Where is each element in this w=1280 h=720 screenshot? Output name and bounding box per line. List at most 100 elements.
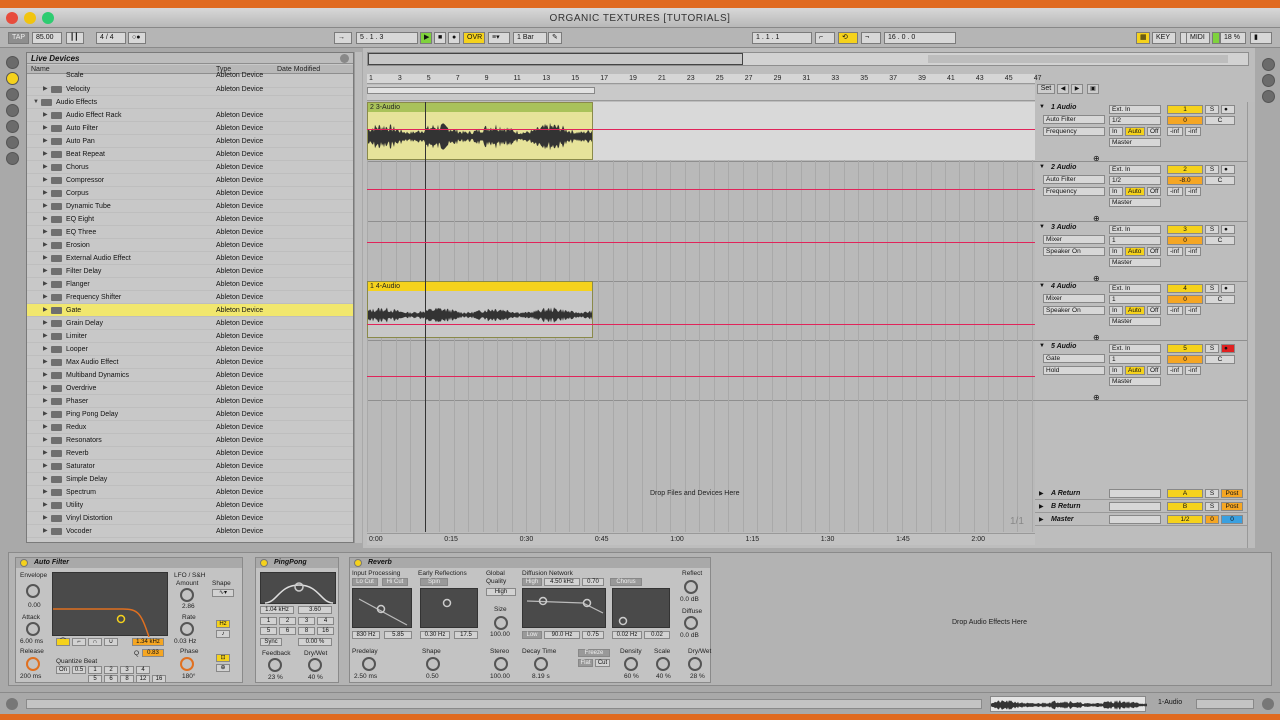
expand-icon[interactable]: ▶ xyxy=(43,187,48,200)
lo-cut-button[interactable]: Lo Cut xyxy=(352,578,378,586)
pan-field[interactable]: C xyxy=(1205,355,1235,364)
browser-item[interactable]: ▶ Utility Ableton Device xyxy=(27,499,353,512)
expand-icon[interactable]: ▶ xyxy=(43,239,48,252)
browser-item[interactable]: ▶ Resonators Ableton Device xyxy=(27,434,353,447)
computer-keyboard-icon[interactable]: ▦ xyxy=(1136,32,1150,44)
automation-param-select[interactable]: Frequency xyxy=(1043,187,1105,196)
tap-tempo-button[interactable]: TAP xyxy=(8,32,30,44)
expand-icon[interactable]: ▶ xyxy=(43,226,48,239)
high-shelf-freq[interactable]: 4.50 kHz xyxy=(544,578,580,586)
stop-icon[interactable]: ■ xyxy=(434,32,446,44)
toggle-clip-view-icon[interactable] xyxy=(1262,698,1274,710)
browser-item[interactable]: ▶ Auto Pan Ableton Device xyxy=(27,135,353,148)
expand-icon[interactable]: ▶ xyxy=(43,317,48,330)
toggle-browser-icon[interactable] xyxy=(6,56,19,69)
track-activator[interactable]: 3 xyxy=(1167,225,1203,234)
track-header[interactable]: ▼ 4 Audio Mixer Speaker On ⊕ Ext. In 1 In Auto Of… xyxy=(1035,281,1251,342)
expand-icon[interactable]: ▶ xyxy=(43,148,48,161)
input-channel-select[interactable]: 1/2 xyxy=(1109,116,1161,125)
browser-item[interactable]: ▶ Simple Delay Ableton Device xyxy=(27,473,353,486)
monitor-auto-button[interactable]: Auto xyxy=(1125,306,1145,315)
diffusion-display[interactable] xyxy=(522,588,606,628)
low-shelf-freq[interactable]: 90.0 Hz xyxy=(544,631,580,639)
browser-item[interactable]: ▶ Frequency Shifter Ableton Device xyxy=(27,291,353,304)
browser-item[interactable]: ▶ Beat Repeat Ableton Device xyxy=(27,148,353,161)
browser-item[interactable]: ▶ Audio Effect Rack Ableton Device xyxy=(27,109,353,122)
solo-button[interactable]: S xyxy=(1205,165,1219,174)
fold-track-icon[interactable]: ▼ xyxy=(1039,343,1045,349)
browser-item[interactable]: ▶ Looper Ableton Device xyxy=(27,343,353,356)
delay-beat-option[interactable]: 8 xyxy=(298,627,315,635)
audio-clip[interactable]: 1 4-Audio xyxy=(367,281,593,338)
decay-time-knob[interactable] xyxy=(534,657,548,671)
return-track-header[interactable]: ▶ B Return B S Post xyxy=(1035,501,1251,513)
places-2-icon[interactable] xyxy=(6,120,19,133)
monitor-off-button[interactable]: Off xyxy=(1147,187,1161,196)
track-activator[interactable]: 2 xyxy=(1167,165,1203,174)
track-header[interactable]: ▼ 3 Audio Mixer Speaker On ⊕ Ext. In 1 In Auto Of… xyxy=(1035,222,1251,283)
input-channel-select[interactable]: 1 xyxy=(1109,355,1161,364)
notch-filter-icon[interactable]: ∪ xyxy=(104,638,118,646)
pingpong-freq[interactable]: 1.04 kHz xyxy=(260,606,294,614)
track-name[interactable]: 2 Audio xyxy=(1051,164,1076,171)
automation-line[interactable] xyxy=(367,376,1035,377)
automation-device-select[interactable]: Auto Filter xyxy=(1043,115,1105,124)
expand-icon[interactable]: ▶ xyxy=(43,408,48,421)
collapse-icon[interactable]: ▼ xyxy=(33,96,39,109)
input-type-select[interactable]: Ext. In xyxy=(1109,225,1161,234)
high-shelf-value[interactable]: 0.70 xyxy=(582,578,604,586)
browser-menu-icon[interactable] xyxy=(340,54,349,63)
expand-icon[interactable]: ▶ xyxy=(43,525,48,538)
input-channel-select[interactable]: 1/2 xyxy=(1109,176,1161,185)
expand-icon[interactable]: ▶ xyxy=(43,356,48,369)
return-post[interactable]: 0 xyxy=(1221,515,1243,524)
browser-scrollbar[interactable] xyxy=(354,52,362,543)
expand-icon[interactable]: ▶ xyxy=(43,369,48,382)
browser-item[interactable]: ▶ Chorus Ableton Device xyxy=(27,161,353,174)
output-select[interactable]: Master xyxy=(1109,198,1161,207)
volume-field[interactable]: 0 xyxy=(1167,295,1203,304)
clip-overview[interactable] xyxy=(990,696,1147,712)
automation-device-select[interactable]: Mixer xyxy=(1043,294,1105,303)
nudge-icon[interactable]: ┃┃ xyxy=(66,32,84,44)
loop-switch-icon[interactable]: ⟲ xyxy=(838,32,858,44)
expand-icon[interactable]: ▶ xyxy=(43,460,48,473)
density-knob[interactable] xyxy=(624,657,638,671)
record-icon[interactable]: ● xyxy=(448,32,460,44)
delay-beat-option[interactable]: 4 xyxy=(317,617,334,625)
browser-item[interactable]: ▶ Redux Ableton Device xyxy=(27,421,353,434)
feedback-knob[interactable] xyxy=(268,658,282,672)
previous-locator-icon[interactable]: ◀ xyxy=(1057,84,1069,94)
expand-icon[interactable]: ▶ xyxy=(43,382,48,395)
lfo-phase-knob[interactable] xyxy=(180,657,194,671)
track-name[interactable]: 4 Audio xyxy=(1051,283,1076,290)
browser-item[interactable]: ▶ External Audio Effect Ableton Device xyxy=(27,252,353,265)
arrangement-scrollbar[interactable] xyxy=(1247,102,1255,548)
expand-icon[interactable]: ▶ xyxy=(43,473,48,486)
expand-icon[interactable]: ▶ xyxy=(43,330,48,343)
pan-field[interactable]: C xyxy=(1205,176,1235,185)
fold-track-icon[interactable]: ▼ xyxy=(1039,283,1045,289)
next-locator-icon[interactable]: ▶ xyxy=(1071,84,1083,94)
monitor-auto-button[interactable]: Auto xyxy=(1125,127,1145,136)
device-on-icon[interactable] xyxy=(354,559,362,567)
shape-knob[interactable] xyxy=(426,657,440,671)
highpass-filter-icon[interactable]: ⌐ xyxy=(72,638,86,646)
pingpong-offset[interactable]: 0.00 % xyxy=(298,638,332,646)
input-filter-display[interactable] xyxy=(352,588,412,628)
delay-beat-option[interactable]: 3 xyxy=(298,617,315,625)
automation-param-select[interactable]: Speaker On xyxy=(1043,306,1105,315)
quantize-beat-option[interactable]: 12 xyxy=(136,675,150,683)
automation-line[interactable] xyxy=(367,129,1035,130)
quality-select[interactable]: High xyxy=(486,588,516,596)
quantize-beat-option[interactable]: 2 xyxy=(104,666,118,674)
input-type-select[interactable]: Ext. In xyxy=(1109,344,1161,353)
device-on-icon[interactable] xyxy=(260,559,268,567)
loop-start-field[interactable]: 1 . 1 . 1 xyxy=(752,32,812,44)
track-name[interactable]: 1 Audio xyxy=(1051,104,1076,111)
input-type-select[interactable]: Ext. In xyxy=(1109,284,1161,293)
browser-item[interactable]: ▶ Overdrive Ableton Device xyxy=(27,382,353,395)
column-name[interactable]: Name xyxy=(31,66,50,73)
filter-display[interactable] xyxy=(52,572,168,638)
midi-map-button[interactable]: MIDI xyxy=(1186,32,1210,44)
